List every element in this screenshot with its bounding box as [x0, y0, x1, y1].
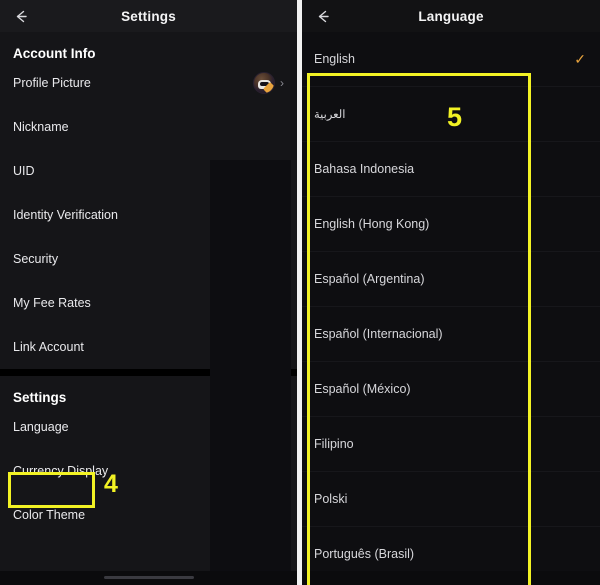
avatar-badge-icon	[262, 81, 274, 93]
page-title: Language	[418, 8, 484, 24]
settings-item-label: Currency Display	[13, 464, 109, 478]
settings-item-label: Language	[13, 420, 69, 434]
back-arrow-icon[interactable]	[10, 5, 32, 27]
home-indicator	[103, 576, 194, 579]
language-item-label: Español (Argentina)	[314, 272, 425, 286]
settings-item-label: My Fee Rates	[13, 296, 91, 310]
settings-item-label: UID	[13, 164, 35, 178]
settings-screen: Settings Account Info Profile Picture › …	[0, 0, 297, 585]
settings-item-currency-display[interactable]: Currency Display	[0, 449, 297, 493]
settings-item-language[interactable]: Language	[0, 405, 297, 449]
language-item-espanol-internacional[interactable]: Español (Internacional)	[302, 307, 600, 362]
avatar	[253, 72, 275, 94]
chevron-right-icon: ›	[280, 76, 284, 90]
settings-item-profile-picture[interactable]: Profile Picture ›	[0, 61, 297, 105]
back-arrow-icon[interactable]	[312, 5, 334, 27]
settings-item-label: Link Account	[13, 340, 84, 354]
settings-item-label: Color Theme	[13, 508, 86, 522]
language-item-label: Español (Internacional)	[314, 327, 443, 341]
settings-item-my-fee-rates[interactable]: My Fee Rates	[0, 281, 297, 325]
settings-item-link-account[interactable]: Link Account	[0, 325, 297, 369]
settings-item-label: Security	[13, 252, 59, 266]
language-item-label: Português (Brasil)	[314, 547, 415, 561]
language-item-label: Polski	[314, 492, 348, 506]
section-heading-settings: Settings	[13, 390, 67, 405]
settings-item-uid[interactable]: UID	[0, 149, 297, 193]
language-navbar: Language	[302, 0, 600, 32]
language-item-polski[interactable]: Polski	[302, 472, 600, 527]
language-item-label: Filipino	[314, 437, 354, 451]
settings-body: Account Info Profile Picture › Nickname …	[0, 32, 297, 585]
language-item-label: English (Hong Kong)	[314, 217, 430, 231]
language-item-espanol-argentina[interactable]: Español (Argentina)	[302, 252, 600, 307]
profile-picture-preview: ›	[253, 72, 284, 94]
settings-item-label: Profile Picture	[13, 76, 91, 90]
settings-item-label: Identity Verification	[13, 208, 118, 222]
language-screen: Language English ✓ العربية Bahasa Indone…	[302, 0, 600, 585]
language-item-label: Español (México)	[314, 382, 411, 396]
page-title: Settings	[121, 8, 176, 24]
check-icon: ✓	[574, 51, 586, 67]
language-item-arabic[interactable]: العربية	[302, 87, 600, 142]
language-item-espanol-mexico[interactable]: Español (México)	[302, 362, 600, 417]
language-item-english[interactable]: English ✓	[302, 32, 600, 87]
language-item-label: English	[314, 52, 355, 66]
language-item-english-hong-kong[interactable]: English (Hong Kong)	[302, 197, 600, 252]
settings-item-label: Nickname	[13, 120, 69, 134]
settings-item-nickname[interactable]: Nickname	[0, 105, 297, 149]
settings-item-color-theme[interactable]: Color Theme	[0, 493, 297, 537]
language-item-label: العربية	[314, 109, 346, 121]
settings-navbar: Settings	[0, 0, 297, 32]
language-item-bahasa-indonesia[interactable]: Bahasa Indonesia	[302, 142, 600, 197]
section-divider	[0, 369, 297, 376]
settings-item-security[interactable]: Security	[0, 237, 297, 281]
dual-screenshot-container: Settings Account Info Profile Picture › …	[0, 0, 600, 585]
bottom-safe-area	[302, 571, 600, 585]
section-heading-account-info: Account Info	[13, 46, 96, 61]
language-item-label: Bahasa Indonesia	[314, 162, 415, 176]
language-item-filipino[interactable]: Filipino	[302, 417, 600, 472]
settings-item-identity-verification[interactable]: Identity Verification	[0, 193, 297, 237]
language-list: English ✓ العربية Bahasa Indonesia Engli…	[302, 32, 600, 585]
